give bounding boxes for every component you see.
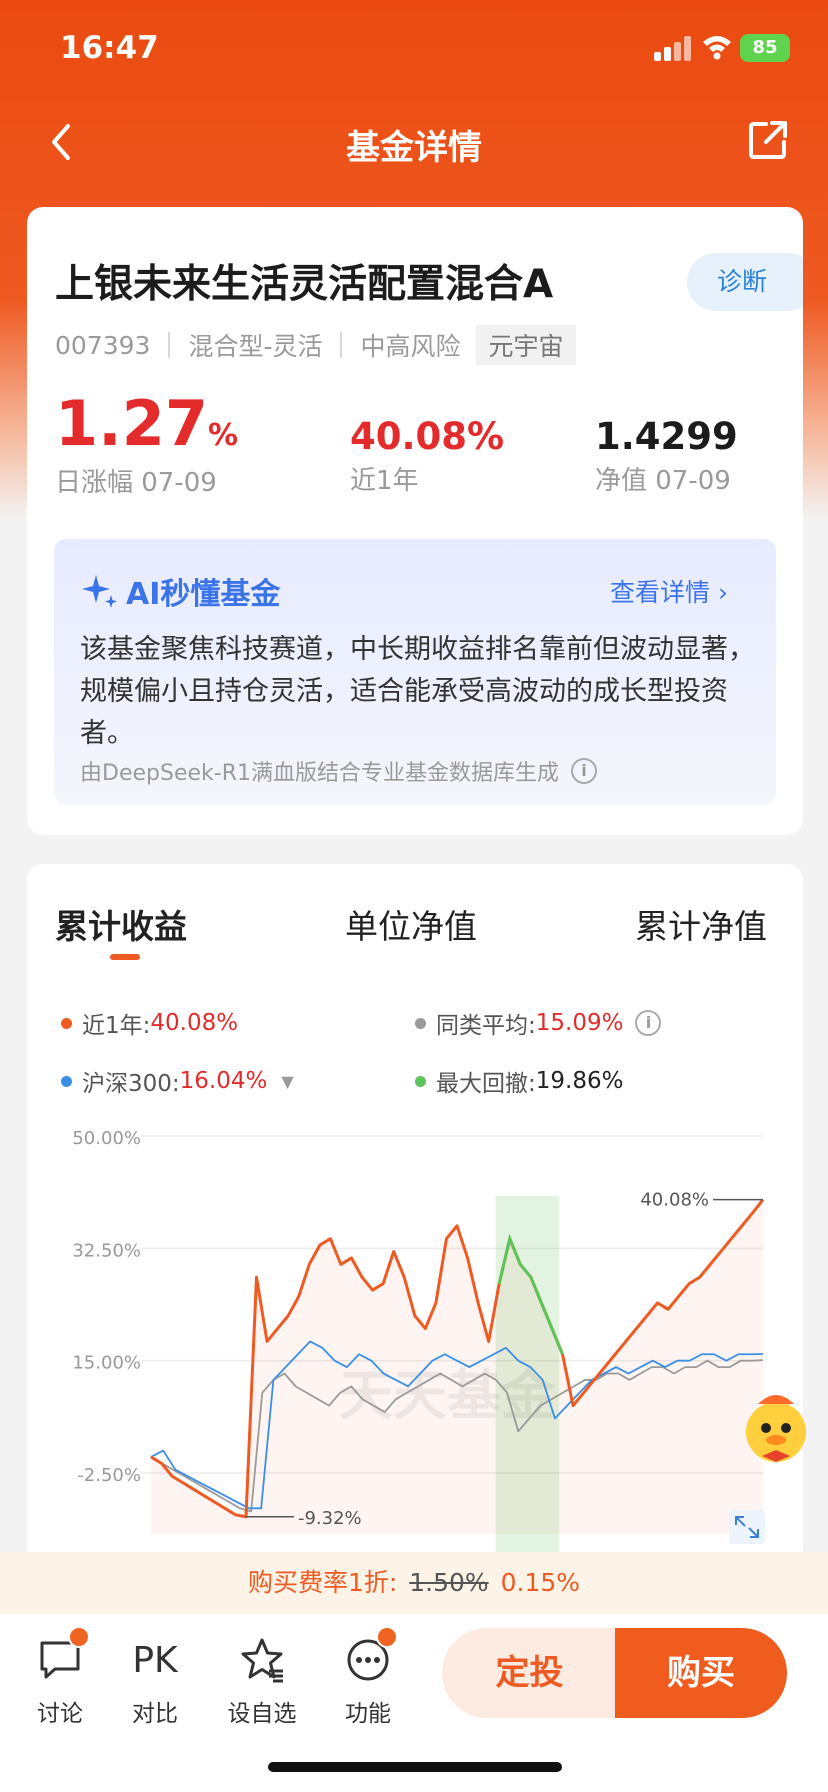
legend-label: 近1年: bbox=[82, 1013, 151, 1039]
fee-old-rate: 1.50% bbox=[409, 1568, 489, 1597]
pk-icon: PK bbox=[132, 1639, 178, 1681]
fee-prefix: 购买费率1折: bbox=[247, 1568, 406, 1597]
battery-icon: 85 bbox=[740, 34, 790, 62]
info-icon[interactable]: i bbox=[570, 758, 597, 784]
notification-dot bbox=[68, 1626, 90, 1648]
tab-unit-nav[interactable]: 单位净值 bbox=[345, 900, 477, 948]
y-tick-label: 32.50% bbox=[72, 1240, 141, 1261]
legend-dot bbox=[415, 1075, 426, 1087]
series-area-fill bbox=[151, 1199, 763, 1534]
legend-year: 近1年: 40.08% bbox=[61, 1006, 238, 1040]
daily-change-label: 日涨幅 07-09 bbox=[55, 468, 217, 498]
function-label: 功能 bbox=[345, 1701, 391, 1727]
divider bbox=[340, 332, 343, 358]
compare-button[interactable]: PK 对比 bbox=[105, 1632, 205, 1728]
legend-csi300[interactable]: 沪深300: 16.04% ▼ bbox=[61, 1064, 294, 1098]
nav-bar: 基金详情 bbox=[0, 108, 828, 176]
fee-new-rate: 0.15% bbox=[500, 1568, 581, 1597]
discuss-label: 讨论 bbox=[37, 1701, 83, 1727]
ai-summary-box[interactable]: AI秒懂基金 查看详情 › 该基金聚焦科技赛道，中长期收益排名靠前但波动显著，规… bbox=[54, 539, 776, 805]
ai-title: AI秒懂基金 bbox=[80, 569, 280, 613]
ai-more-text: 查看详情 bbox=[610, 578, 711, 607]
auto-invest-button[interactable]: 定投 bbox=[442, 1628, 617, 1718]
expand-icon[interactable] bbox=[729, 1510, 765, 1544]
year-return-label: 近1年 bbox=[350, 466, 419, 496]
nav-value: 1.4299 bbox=[595, 415, 738, 458]
chart-card: 累计收益 单位净值 累计净值 近1年: 40.08% 同类平均: 15.09% … bbox=[27, 864, 803, 1564]
dropdown-triangle-icon[interactable]: ▼ bbox=[281, 1072, 293, 1091]
daily-change-unit: % bbox=[207, 418, 239, 453]
legend-dot bbox=[61, 1017, 72, 1029]
y-tick-label: -2.50% bbox=[77, 1465, 141, 1486]
fund-name: 上银未来生活灵活配置混合A bbox=[55, 262, 554, 307]
legend-value: 16.04% bbox=[179, 1068, 268, 1094]
legend-label: 沪深300: bbox=[82, 1071, 180, 1097]
ai-summary-text: 该基金聚焦科技赛道，中长期收益排名靠前但波动显著，规模偏小且持仓灵活，适合能承受… bbox=[80, 634, 755, 749]
daily-change-value: 1.27 bbox=[55, 387, 208, 460]
daily-change-stat: 1.27% 日涨幅 07-09 bbox=[55, 387, 238, 499]
fund-type: 混合型-灵活 bbox=[188, 332, 323, 361]
y-tick-label: 50.00% bbox=[72, 1128, 141, 1149]
year-return-value: 40.08% bbox=[350, 415, 505, 458]
notification-dot bbox=[376, 1626, 398, 1648]
fee-discount-bar[interactable]: 购买费率1折: 1.50% 0.15% bbox=[0, 1552, 828, 1614]
buy-button[interactable]: 购买 bbox=[615, 1628, 787, 1718]
year-return-stat: 40.08% 近1年 bbox=[350, 415, 504, 497]
active-tab-indicator bbox=[110, 954, 140, 960]
min-annotation-label: -9.32% bbox=[298, 1508, 362, 1529]
status-time: 16:47 bbox=[60, 30, 159, 66]
fund-code: 007393 bbox=[55, 330, 151, 360]
fund-summary-card: 上银未来生活灵活配置混合A 诊断 007393 混合型-灵活 中高风险 元宇宙 … bbox=[27, 207, 803, 835]
legend-value: 19.86% bbox=[535, 1068, 624, 1094]
function-button[interactable]: 功能 bbox=[318, 1626, 418, 1728]
tab-cumulative-nav[interactable]: 累计净值 bbox=[635, 900, 767, 948]
home-indicator bbox=[268, 1762, 562, 1772]
ai-title-text: AI秒懂基金 bbox=[126, 577, 281, 612]
add-watchlist-label: 设自选 bbox=[227, 1701, 297, 1727]
legend-dot bbox=[415, 1017, 426, 1029]
compare-label: 对比 bbox=[132, 1701, 178, 1727]
page-title: 基金详情 bbox=[346, 128, 482, 168]
ai-more-link[interactable]: 查看详情 › bbox=[610, 573, 728, 609]
legend-max-drawdown: 最大回撤: 19.86% bbox=[415, 1064, 623, 1098]
discuss-button[interactable]: 讨论 bbox=[10, 1626, 110, 1728]
fund-risk: 中高风险 bbox=[360, 332, 461, 361]
y-tick-label: 15.00% bbox=[72, 1353, 141, 1374]
nav-stat: 1.4299 净值 07-09 bbox=[595, 415, 738, 497]
star-icon bbox=[241, 1638, 283, 1683]
add-watchlist-button[interactable]: 设自选 bbox=[212, 1632, 312, 1728]
fund-theme-tag[interactable]: 元宇宙 bbox=[476, 325, 576, 365]
wifi-icon bbox=[703, 36, 731, 60]
legend-value: 15.09% bbox=[535, 1010, 624, 1036]
tab-cumulative-return[interactable]: 累计收益 bbox=[55, 900, 187, 948]
return-chart[interactable]: 50.00%32.50%15.00%-2.50%天天基金40.08%-9.32% bbox=[27, 1114, 803, 1564]
fund-meta: 007393 混合型-灵活 中高风险 元宇宙 bbox=[55, 325, 576, 365]
share-icon[interactable] bbox=[746, 118, 790, 162]
ai-note-text: 由DeepSeek-R1满血版结合专业基金数据库生成 bbox=[80, 761, 559, 786]
legend-label: 最大回撤: bbox=[436, 1071, 536, 1097]
chevron-right-icon: › bbox=[717, 578, 728, 607]
mascot-icon[interactable] bbox=[728, 1380, 822, 1474]
legend-peer-average: 同类平均: 15.09% i bbox=[415, 1006, 662, 1040]
sparkle-icon bbox=[82, 575, 117, 608]
max-annotation-label: 40.08% bbox=[640, 1190, 709, 1211]
status-bar: 16:47 85 bbox=[0, 0, 828, 100]
legend-label: 同类平均: bbox=[436, 1013, 536, 1039]
legend-value: 40.08% bbox=[150, 1010, 239, 1036]
cellular-signal-icon bbox=[654, 36, 691, 61]
diagnose-button[interactable]: 诊断 bbox=[687, 253, 803, 311]
nav-label: 净值 07-09 bbox=[595, 466, 731, 496]
ai-source-note: 由DeepSeek-R1满血版结合专业基金数据库生成 i bbox=[80, 755, 597, 787]
divider bbox=[168, 332, 171, 358]
info-icon[interactable]: i bbox=[635, 1010, 662, 1036]
legend-dot bbox=[61, 1075, 72, 1087]
